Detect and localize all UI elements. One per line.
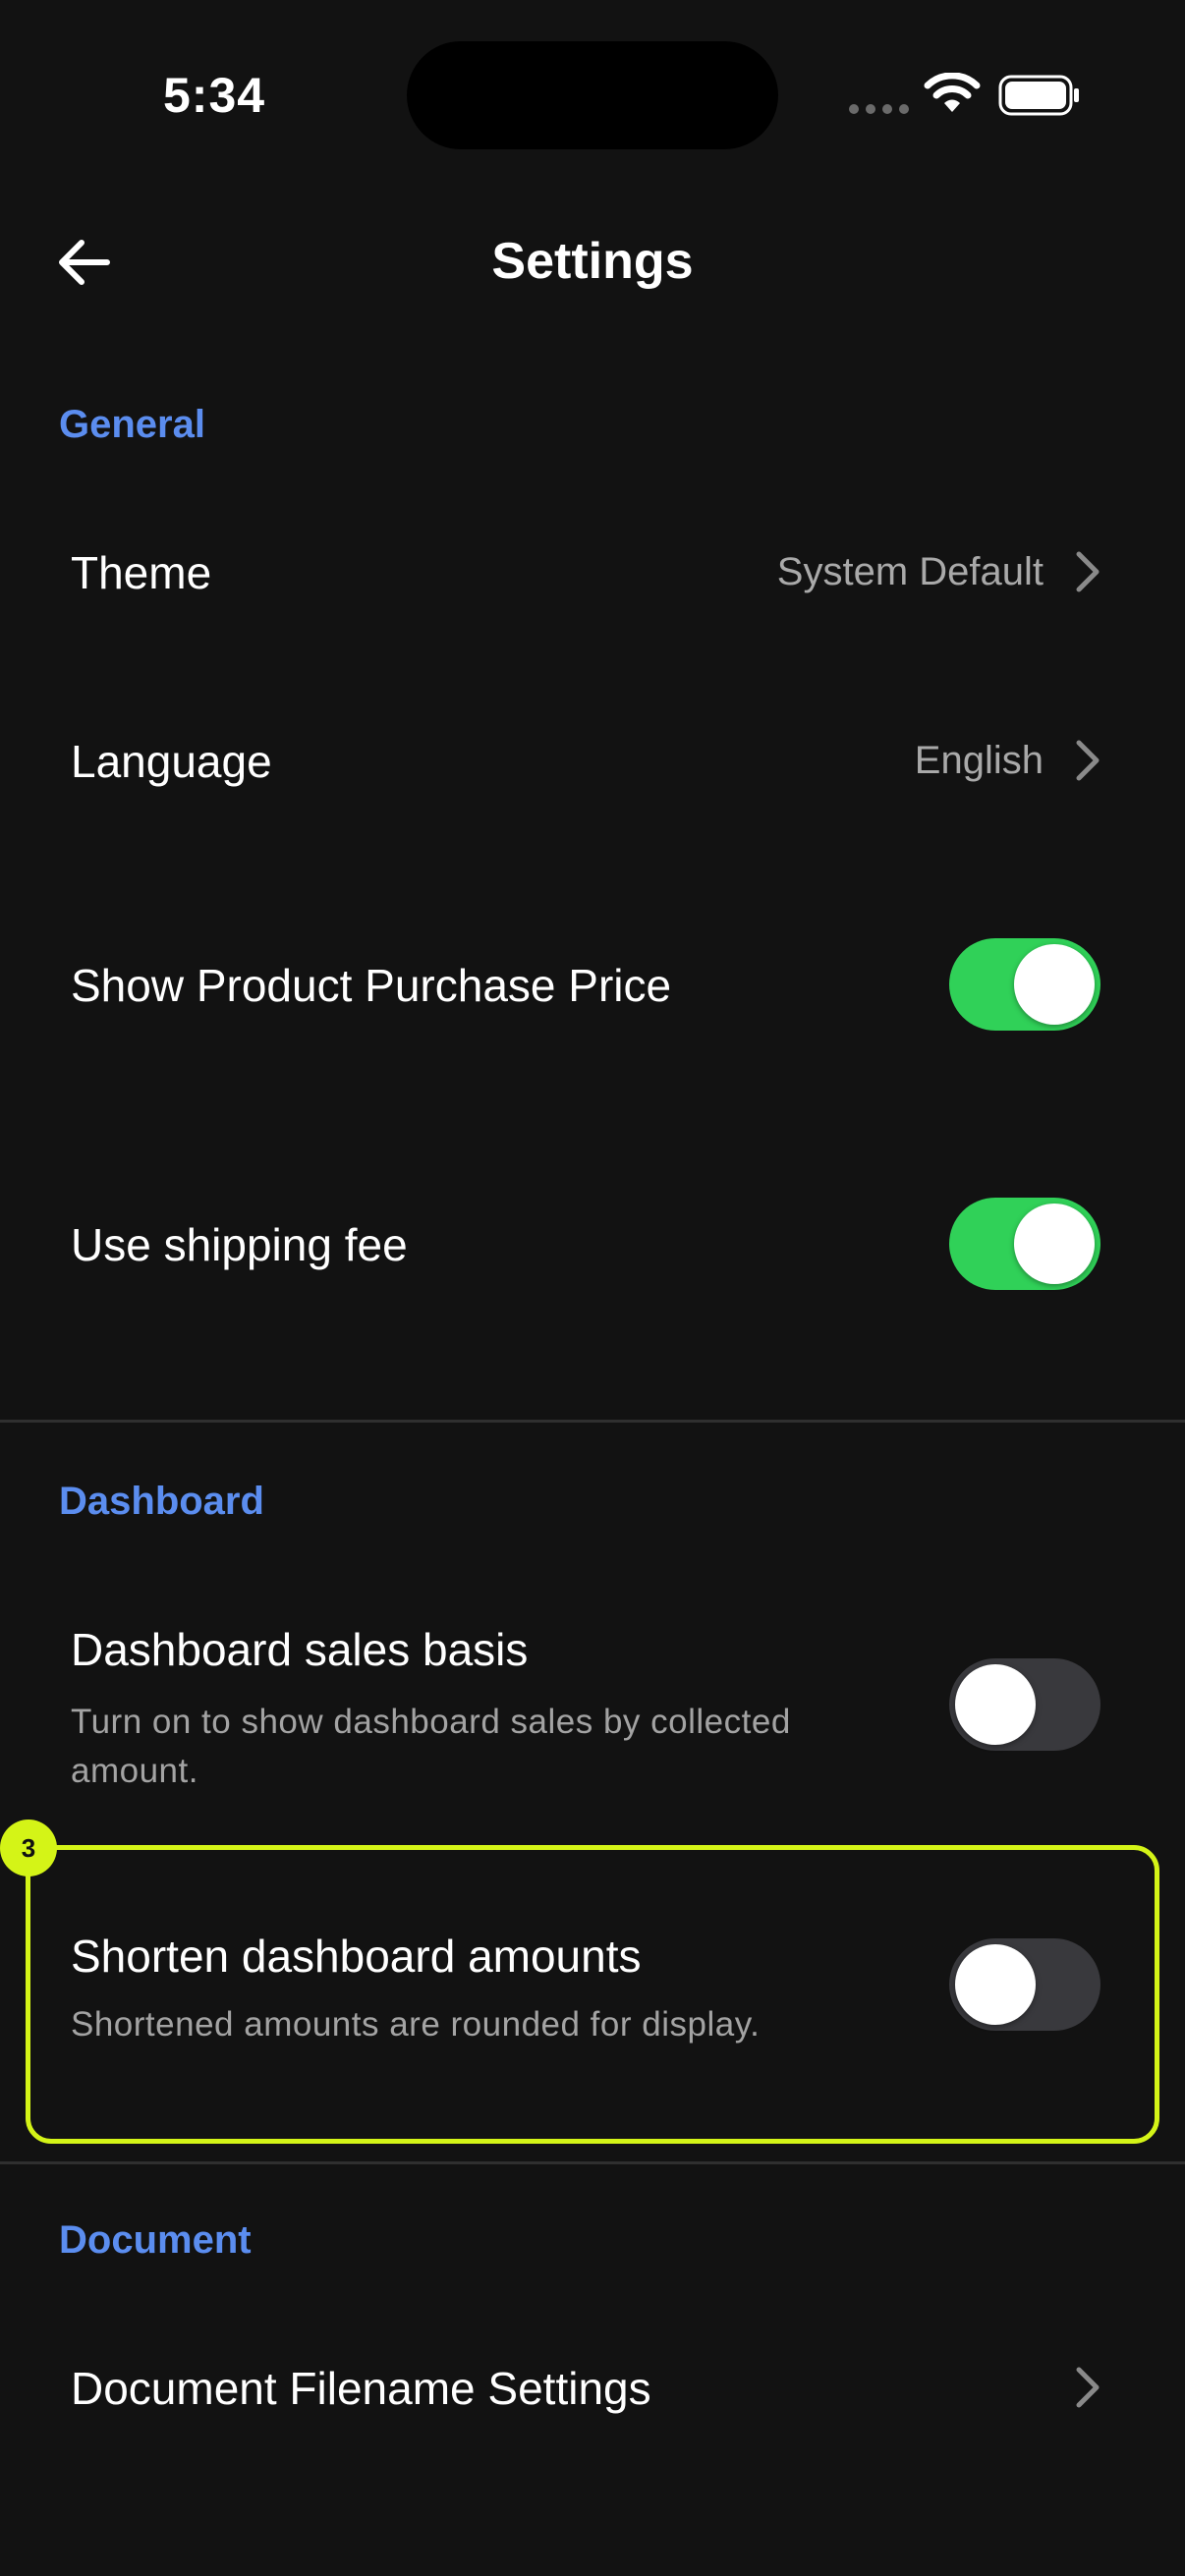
document-filename-label: Document Filename Settings <box>71 2363 651 2414</box>
battery-icon <box>998 75 1079 116</box>
annotation-badge: 3 <box>0 1820 57 1876</box>
section-title-document: Document <box>59 2218 252 2262</box>
theme-label: Theme <box>71 547 212 598</box>
sales-basis-description-line2: amount. <box>71 1752 198 1790</box>
status-time: 5:34 <box>163 68 266 123</box>
section-divider <box>0 1420 1185 1423</box>
wifi-icon <box>924 73 981 112</box>
section-title-dashboard: Dashboard <box>59 1480 264 1523</box>
show-purchase-price-toggle[interactable] <box>949 938 1100 1031</box>
highlight-box <box>26 1845 1159 2144</box>
section-divider <box>0 2161 1185 2164</box>
cellular-signal-icon <box>849 104 909 114</box>
show-purchase-price-label: Show Product Purchase Price <box>71 960 672 1011</box>
shipping-fee-toggle[interactable] <box>949 1198 1100 1290</box>
section-title-general: General <box>59 403 205 446</box>
language-label: Language <box>71 736 272 787</box>
sales-basis-toggle[interactable] <box>949 1658 1100 1751</box>
page-title: Settings <box>491 233 694 290</box>
settings-screen: 5:34 Settings General Theme System Defau… <box>0 0 1185 2576</box>
chevron-right-icon <box>1076 551 1100 592</box>
sales-basis-description-line1: Turn on to show dashboard sales by colle… <box>71 1703 791 1741</box>
chevron-right-icon <box>1076 740 1100 781</box>
dynamic-island <box>407 41 778 149</box>
language-value: English <box>914 739 1044 782</box>
chevron-right-icon <box>1076 2367 1100 2408</box>
theme-value: System Default <box>776 550 1044 593</box>
sales-basis-label: Dashboard sales basis <box>71 1624 529 1675</box>
shipping-fee-label: Use shipping fee <box>71 1219 408 1270</box>
